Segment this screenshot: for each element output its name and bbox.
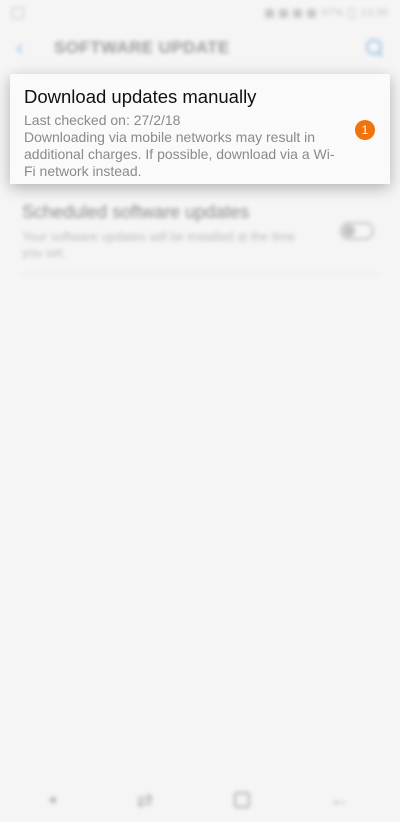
app-bar: ‹ SOFTWARE UPDATE <box>0 28 400 68</box>
search-icon[interactable] <box>366 39 384 57</box>
nfc-icon <box>279 8 289 18</box>
battery-icon <box>348 7 356 19</box>
scheduled-updates-title: Scheduled software updates <box>22 202 250 222</box>
nav-dot-icon[interactable] <box>50 797 57 803</box>
scheduled-updates-description: Your software updates will be installed … <box>22 230 296 260</box>
page-title: SOFTWARE UPDATE <box>54 38 230 57</box>
status-icons: 67% 13:39 <box>265 7 388 19</box>
scheduled-updates-toggle[interactable] <box>340 222 374 240</box>
last-checked-text: Last checked on: 27/2/18 <box>24 112 181 128</box>
battery-percent: 67% <box>321 7 344 19</box>
status-time: 13:39 <box>360 7 388 19</box>
recent-apps-icon[interactable]: ⇄ <box>136 788 153 813</box>
home-icon[interactable] <box>233 792 250 808</box>
wifi-icon <box>293 8 303 18</box>
download-warning-text: Downloading via mobile networks may resu… <box>24 129 335 179</box>
screenshot-icon <box>12 7 24 19</box>
nav-back-icon[interactable]: ← <box>330 789 350 812</box>
back-arrow-icon[interactable]: ‹ <box>16 35 46 61</box>
signal-icon <box>307 8 317 18</box>
update-count-badge: 1 <box>355 120 375 140</box>
screen: 67% 13:39 ‹ SOFTWARE UPDATE Scheduled so… <box>0 0 400 822</box>
status-bar: 67% 13:39 <box>0 0 400 26</box>
download-updates-manually-item[interactable]: Download updates manually Last checked o… <box>10 74 390 184</box>
download-updates-title: Download updates manually <box>24 86 257 107</box>
navigation-bar: ⇄ ← <box>0 778 400 822</box>
scheduled-updates-item[interactable]: Scheduled software updates Your software… <box>22 202 378 274</box>
bluetooth-icon <box>265 8 275 18</box>
